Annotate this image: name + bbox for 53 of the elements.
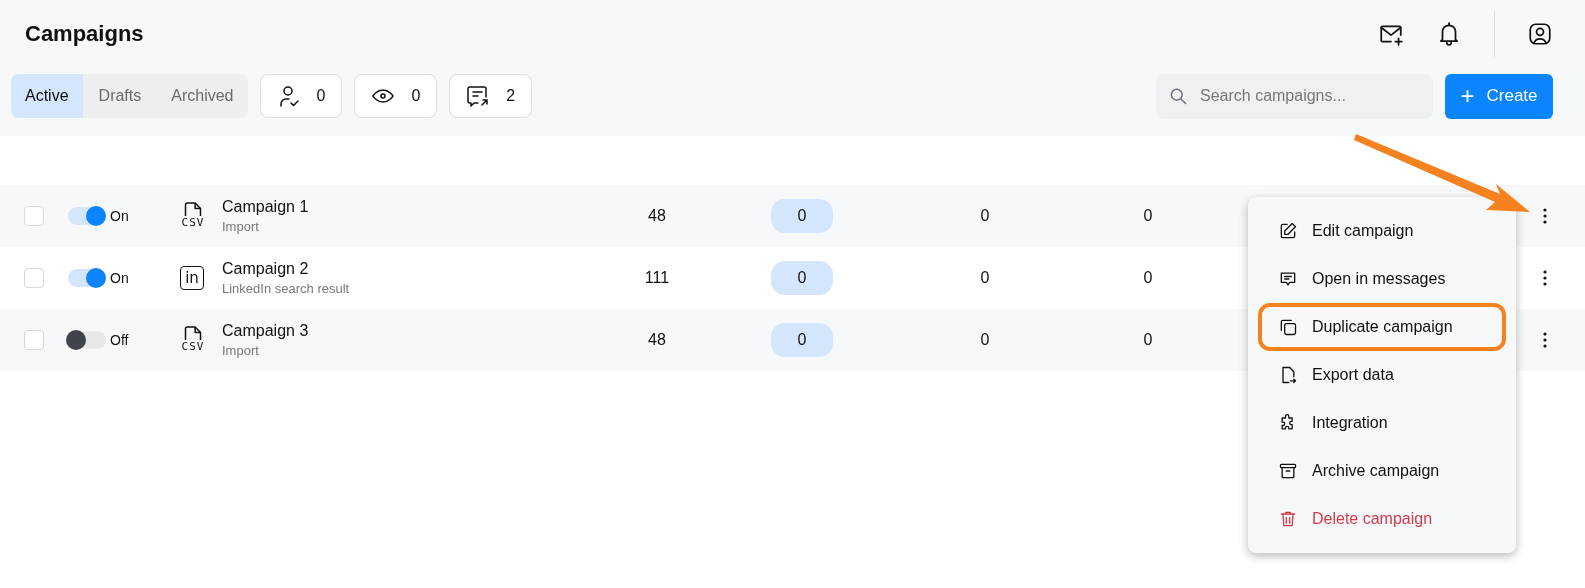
toggle-switch[interactable] [68, 269, 106, 287]
menu-item[interactable]: Archive campaign [1258, 447, 1506, 495]
profile-icon[interactable] [1527, 21, 1553, 47]
campaign-source: LinkedIn search result [222, 281, 350, 296]
count-value: 48 [648, 207, 666, 225]
toggle-switch[interactable] [68, 207, 106, 225]
more-options-icon[interactable] [1542, 269, 1548, 287]
page-title: Campaigns [25, 21, 144, 47]
archive-icon [1278, 461, 1298, 481]
table-cell: 0 [1143, 207, 1153, 225]
campaign-name[interactable]: Campaign 3 [222, 322, 309, 340]
linkedin-icon: in [180, 266, 204, 290]
menu-item[interactable]: Open in messages [1258, 255, 1506, 303]
search-field[interactable]: Search campaigns... [1156, 73, 1433, 119]
toggle-label: On [110, 208, 129, 224]
toggle-switch[interactable] [68, 331, 106, 349]
table-cell: 0 [1143, 269, 1153, 287]
trash-icon [1278, 509, 1298, 529]
campaign-name[interactable]: Campaign 2 [222, 260, 309, 278]
pencil-icon [1278, 221, 1298, 241]
count-value: 48 [648, 331, 666, 349]
create-button[interactable]: + Create [1445, 73, 1553, 119]
stat-chip[interactable]: 0 [354, 74, 438, 118]
search-icon [1168, 86, 1188, 106]
campaign-source: Import [222, 343, 259, 358]
count-badge: 0 [771, 261, 833, 295]
stat-chip[interactable]: 0 [259, 74, 343, 118]
table-cell: 0 [980, 331, 990, 349]
row-checkbox[interactable] [24, 268, 44, 288]
campaign-source: Import [222, 219, 259, 234]
campaign-name[interactable]: Campaign 1 [222, 198, 309, 216]
menu-item[interactable]: Integration [1258, 399, 1506, 447]
table-cell: 0 [980, 207, 990, 225]
search-input[interactable]: Search campaigns... [1198, 86, 1421, 106]
row-checkbox[interactable] [24, 206, 44, 226]
row-checkbox[interactable] [24, 330, 44, 350]
table-cell: 0 [1143, 331, 1153, 349]
table-cell: 0 [980, 269, 990, 287]
tab[interactable]: Active [11, 74, 83, 118]
count-badge: 0 [771, 199, 833, 233]
stat-chip[interactable]: 2 [449, 74, 533, 118]
more-options-icon[interactable] [1542, 331, 1548, 349]
message-arrow-icon [466, 84, 491, 108]
menu-item[interactable]: Duplicate campaign [1258, 303, 1506, 351]
count-value: 111 [644, 269, 670, 287]
toggle-label: On [110, 270, 129, 286]
toggle-label: Off [110, 332, 129, 348]
count-badge: 0 [771, 323, 833, 357]
menu-item[interactable]: Delete campaign [1258, 495, 1506, 543]
menu-item[interactable]: Edit campaign [1258, 207, 1506, 255]
more-options-icon[interactable] [1542, 207, 1548, 225]
menu-item[interactable]: Export data [1258, 351, 1506, 399]
copy-icon [1278, 317, 1298, 337]
